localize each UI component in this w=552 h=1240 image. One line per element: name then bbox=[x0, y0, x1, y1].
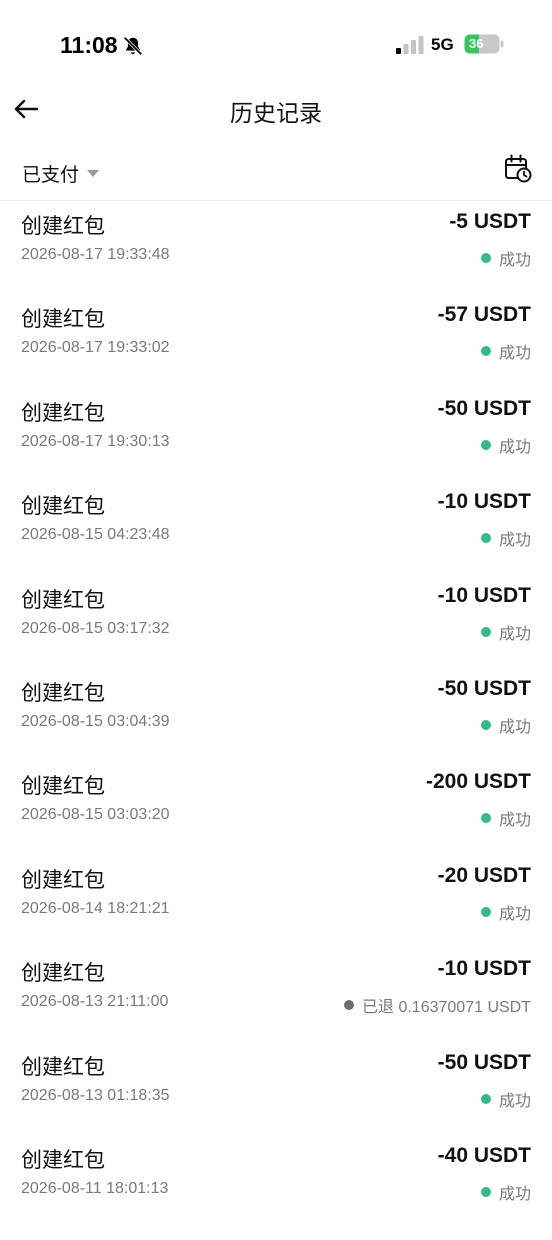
record-amount: -40 USDT bbox=[437, 1143, 531, 1167]
record-date: 2026-08-11 18:01:13 bbox=[21, 1179, 169, 1197]
record-date: 2026-08-15 03:17:32 bbox=[21, 619, 170, 637]
record-date: 2026-08-17 19:30:13 bbox=[21, 432, 170, 450]
record-date: 2026-08-15 03:03:20 bbox=[21, 806, 170, 824]
record-amount: -10 USDT bbox=[437, 957, 531, 981]
record-amount: -57 USDT bbox=[437, 303, 531, 327]
list-item[interactable]: 创建红包 -50 USDT 2026-08-13 01:18:35 成功 bbox=[0, 1050, 552, 1147]
record-title: 创建红包 bbox=[21, 215, 105, 238]
list-item[interactable]: 创建红包 -50 USDT 2026-08-15 03:04:39 成功 bbox=[0, 676, 552, 773]
record-status-text: 成功 bbox=[498, 345, 531, 363]
record-status: 成功 bbox=[480, 339, 531, 363]
history-list: 创建红包 -5 USDT 2026-08-17 19:33:48 成功 创建红包 -57 … bbox=[0, 210, 552, 1240]
list-item[interactable]: 创建红包 -40 USDT 2026-08-11 18:01:13 成功 bbox=[0, 1143, 552, 1240]
payment-status-filter[interactable]: 已支付 bbox=[22, 160, 100, 187]
record-title: 创建红包 bbox=[21, 1055, 105, 1079]
record-status-text: 成功 bbox=[498, 718, 531, 736]
status-dot-icon bbox=[480, 439, 491, 450]
status-dot-icon bbox=[480, 253, 491, 263]
record-amount: -10 USDT bbox=[437, 583, 531, 607]
status-bar: 11:08 5G 36 bbox=[0, 0, 552, 90]
record-title: 创建红包 bbox=[21, 495, 105, 519]
record-status: 成功 bbox=[480, 246, 531, 270]
record-status-text: 已退 0.16370071 USDT bbox=[362, 999, 531, 1017]
list-item[interactable]: 创建红包 -200 USDT 2026-08-15 03:03:20 成功 bbox=[0, 770, 552, 866]
network-type: 5G bbox=[431, 35, 454, 54]
list-item[interactable]: 创建红包 -20 USDT 2026-08-14 18:21:21 成功 bbox=[0, 863, 552, 960]
list-item[interactable]: 创建红包 -10 USDT 2026-08-13 21:11:00 已退 0.1637… bbox=[0, 957, 552, 1053]
record-status-text: 成功 bbox=[498, 438, 531, 456]
record-date: 2026-08-13 01:18:35 bbox=[21, 1086, 170, 1104]
record-amount: -200 USDT bbox=[425, 770, 531, 794]
record-date: 2026-08-17 19:33:02 bbox=[21, 339, 170, 357]
battery-level: 36 bbox=[469, 36, 484, 51]
record-title: 创建红包 bbox=[21, 1148, 105, 1172]
status-dot-icon bbox=[480, 346, 491, 357]
record-title: 创建红包 bbox=[21, 401, 105, 425]
record-date: 2026-08-13 21:11:00 bbox=[21, 993, 169, 1011]
list-item[interactable]: 创建红包 -10 USDT 2026-08-15 04:23:48 成功 bbox=[0, 490, 552, 586]
record-title: 创建红包 bbox=[21, 775, 105, 799]
record-amount: -10 USDT bbox=[437, 490, 531, 514]
record-status-text: 成功 bbox=[498, 905, 531, 923]
list-item[interactable]: 创建红包 -57 USDT 2026-08-17 19:33:02 成功 bbox=[0, 303, 552, 399]
record-status: 已退 0.16370071 USDT bbox=[344, 993, 531, 1017]
calendar-clock-icon[interactable] bbox=[504, 153, 532, 183]
status-dot-icon bbox=[480, 533, 491, 544]
status-dot-icon bbox=[480, 1186, 491, 1197]
record-date: 2026-08-17 19:33:48 bbox=[21, 246, 170, 263]
bell-muted-icon bbox=[123, 36, 143, 56]
record-date: 2026-08-15 04:23:48 bbox=[21, 526, 170, 544]
record-status: 成功 bbox=[480, 713, 531, 737]
filter-label: 已支付 bbox=[22, 165, 80, 186]
status-time: 11:08 bbox=[60, 32, 118, 58]
record-title: 创建红包 bbox=[21, 868, 105, 892]
record-date: 2026-08-14 18:21:21 bbox=[21, 899, 170, 917]
status-dot-icon bbox=[480, 626, 491, 637]
page-title: 历史记录 bbox=[230, 100, 322, 126]
caret-down-icon bbox=[87, 169, 100, 177]
list-item[interactable]: 创建红包 -10 USDT 2026-08-15 03:17:32 成功 bbox=[0, 583, 552, 680]
status-dot-icon bbox=[480, 1093, 491, 1104]
status-dot-icon bbox=[480, 813, 491, 824]
record-status: 成功 bbox=[480, 1180, 531, 1204]
record-amount: -5 USDT bbox=[449, 210, 531, 233]
record-status: 成功 bbox=[480, 620, 531, 644]
record-amount: -50 USDT bbox=[437, 676, 531, 700]
record-status-text: 成功 bbox=[498, 625, 531, 643]
record-amount: -20 USDT bbox=[437, 863, 531, 887]
status-dot-icon bbox=[480, 906, 491, 917]
signal-icon bbox=[396, 36, 424, 54]
record-status-text: 成功 bbox=[498, 1092, 531, 1110]
record-date: 2026-08-15 03:04:39 bbox=[21, 712, 170, 730]
record-status-text: 成功 bbox=[498, 252, 531, 269]
record-title: 创建红包 bbox=[21, 681, 105, 705]
record-status: 成功 bbox=[480, 806, 531, 830]
filter-bar: 已支付 bbox=[0, 148, 552, 201]
status-dot-icon bbox=[344, 1000, 355, 1011]
record-title: 创建红包 bbox=[21, 588, 105, 612]
record-status-text: 成功 bbox=[498, 1185, 531, 1203]
record-title: 创建红包 bbox=[21, 962, 105, 986]
record-amount: -50 USDT bbox=[437, 396, 531, 420]
record-status: 成功 bbox=[480, 433, 531, 457]
record-amount: -50 USDT bbox=[437, 1050, 531, 1074]
list-item[interactable]: 创建红包 -50 USDT 2026-08-17 19:30:13 成功 bbox=[0, 396, 552, 493]
record-status: 成功 bbox=[480, 526, 531, 550]
record-status: 成功 bbox=[480, 900, 531, 924]
record-status-text: 成功 bbox=[498, 812, 531, 830]
status-dot-icon bbox=[480, 719, 491, 730]
record-status-text: 成功 bbox=[498, 532, 531, 550]
record-title: 创建红包 bbox=[21, 308, 105, 332]
nav-bar: 历史记录 bbox=[0, 80, 552, 138]
record-status: 成功 bbox=[480, 1087, 531, 1111]
list-item[interactable]: 创建红包 -5 USDT 2026-08-17 19:33:48 成功 bbox=[0, 210, 552, 306]
